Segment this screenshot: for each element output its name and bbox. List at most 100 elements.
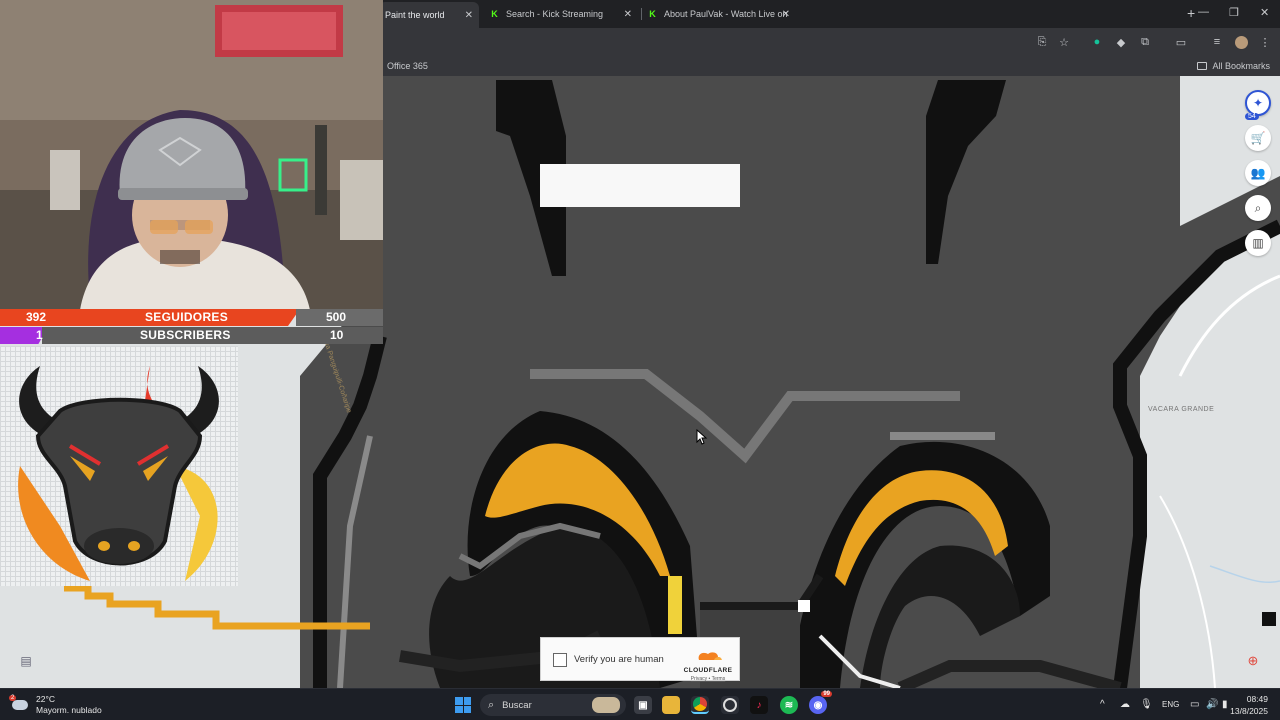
side-panel-button[interactable]: ▭ bbox=[1173, 34, 1189, 50]
captcha-checkbox[interactable] bbox=[553, 653, 567, 667]
minimize-button[interactable]: — bbox=[1198, 6, 1209, 18]
reading-list-button[interactable]: ≡ bbox=[1209, 34, 1225, 50]
browser-toolbar: ⎘ ☆ ● ◆ ⧉ ▭ ≡ ⋮ bbox=[383, 28, 1280, 56]
alliance-button[interactable]: 👥 bbox=[1245, 160, 1271, 186]
clock[interactable]: 08:49 13/8/2025 bbox=[1230, 693, 1268, 717]
chevron-up-icon[interactable]: ^ bbox=[1100, 699, 1105, 710]
screen: VACARA GRANDE Ruta Panguipulli-Coñaripe … bbox=[0, 0, 1280, 720]
info-panel-button[interactable]: ▤ bbox=[14, 651, 38, 671]
bull-emblem-overlay bbox=[0, 346, 238, 586]
volume-icon[interactable]: 🔊 bbox=[1206, 699, 1218, 710]
close-icon[interactable]: ✕ bbox=[624, 9, 632, 20]
chrome-icon bbox=[693, 697, 707, 711]
clock-time: 08:49 bbox=[1246, 694, 1268, 704]
spotify-button[interactable]: ≋ bbox=[780, 696, 798, 714]
restore-icon: ❐ bbox=[1229, 7, 1239, 19]
restore-button[interactable]: ❐ bbox=[1229, 6, 1239, 19]
weather-widget[interactable]: 2 22°C Mayorm. nublado bbox=[9, 694, 102, 716]
extensions-menu-button[interactable]: ⧉ bbox=[1137, 34, 1153, 50]
install-icon: ⎘ bbox=[1037, 35, 1047, 48]
folder-icon bbox=[1197, 62, 1208, 70]
subscribers-goal: 1 SUBSCRIBERS 10 bbox=[0, 327, 383, 344]
kick-icon: K bbox=[491, 9, 498, 19]
search-icon: ⌕ bbox=[488, 698, 495, 711]
side-panel-icon: ▭ bbox=[1175, 36, 1187, 49]
tiktok-button[interactable]: ♪ bbox=[750, 696, 768, 714]
all-bookmarks-label: All Bookmarks bbox=[1212, 61, 1270, 71]
subscribers-label: SUBSCRIBERS bbox=[140, 328, 231, 342]
bookmark-office-365[interactable]: Office 365 bbox=[387, 61, 428, 71]
all-bookmarks-button[interactable]: All Bookmarks bbox=[1197, 61, 1270, 71]
list-icon: ≡ bbox=[1213, 36, 1221, 48]
cloud-icon: 2 bbox=[9, 695, 30, 712]
followers-goal-value: 500 bbox=[326, 310, 347, 324]
webcam-feed bbox=[0, 0, 383, 310]
onedrive-icon[interactable]: ☁ bbox=[1120, 699, 1130, 710]
discord-button[interactable]: ◉ 99 bbox=[809, 691, 832, 714]
tab-strip: Paint the world ✕ K Search - Kick Stream… bbox=[379, 0, 1280, 28]
language-indicator[interactable]: ENG bbox=[1162, 700, 1179, 709]
bull-emblem-image bbox=[18, 366, 219, 581]
users-icon: 👥 bbox=[1250, 166, 1266, 180]
close-icon[interactable]: ✕ bbox=[782, 9, 790, 20]
spotify-icon: ≋ bbox=[784, 699, 794, 711]
start-button[interactable] bbox=[455, 697, 471, 713]
microphone-icon[interactable]: 🎙 bbox=[1140, 699, 1153, 710]
obs-icon bbox=[723, 698, 737, 712]
panel-icon: ▤ bbox=[20, 654, 32, 668]
obs-button[interactable] bbox=[721, 696, 739, 714]
chart-icon: ▥ bbox=[1252, 236, 1264, 250]
tab-kick-search[interactable]: K Search - Kick Streaming ✕ bbox=[483, 3, 638, 25]
taskbar-search[interactable]: ⌕ Buscar bbox=[480, 694, 626, 716]
kick-icon: K bbox=[649, 9, 656, 19]
tab-title: Search - Kick Streaming bbox=[506, 9, 604, 19]
weather-temp: 22°C bbox=[36, 694, 55, 704]
bookmark-star-button[interactable]: ☆ bbox=[1056, 34, 1072, 50]
minimize-icon: — bbox=[1198, 6, 1209, 18]
cart-icon: 🛒 bbox=[1250, 131, 1266, 145]
captcha-label: Verify you are human bbox=[574, 654, 664, 665]
install-app-button[interactable]: ⎘ bbox=[1034, 34, 1050, 50]
close-icon[interactable]: ✕ bbox=[465, 10, 473, 21]
puzzle-icon: ⧉ bbox=[1141, 35, 1149, 48]
subscribers-goal-value: 10 bbox=[330, 328, 344, 342]
cloudflare-wordmark: CLOUDFLARE bbox=[683, 667, 733, 674]
grammarly-extension[interactable]: ● bbox=[1089, 34, 1105, 50]
more-vertical-icon: ⋮ bbox=[1259, 36, 1271, 49]
store-button[interactable]: 🛒 bbox=[1245, 125, 1271, 151]
map-highlight-path bbox=[64, 586, 370, 630]
extension-button[interactable]: ◆ bbox=[1113, 34, 1129, 50]
network-icon[interactable]: ▭ bbox=[1190, 699, 1199, 710]
tiktok-icon: ♪ bbox=[756, 699, 762, 711]
canvas-toolbar: ✦ 54 🛒 👥 ⌕ ▥ bbox=[1245, 90, 1273, 265]
windows-taskbar: 2 22°C Mayorm. nublado ⌕ Buscar ▣ ♪ ≋ ◉ … bbox=[0, 688, 1280, 720]
cloud-icon bbox=[698, 652, 722, 660]
chrome-button[interactable] bbox=[691, 696, 709, 714]
battery-icon[interactable]: ▮ bbox=[1222, 699, 1228, 710]
file-explorer-button[interactable] bbox=[662, 696, 680, 714]
tab-paint-the-world[interactable]: Paint the world ✕ bbox=[379, 2, 479, 28]
search-location-button[interactable]: ⌕ bbox=[1245, 195, 1271, 221]
tab-title: Paint the world bbox=[385, 10, 445, 20]
tab-paulvak[interactable]: K About PaulVak - Watch Live on ✕ bbox=[641, 3, 796, 25]
browser-menu-button[interactable]: ⋮ bbox=[1257, 34, 1273, 50]
charges-badge: 54 bbox=[1245, 113, 1259, 120]
task-view-button[interactable]: ▣ bbox=[634, 696, 652, 714]
search-icon: ⌕ bbox=[1254, 200, 1262, 215]
followers-goal: 392 SEGUIDORES 500 bbox=[0, 309, 383, 326]
new-tab-button[interactable]: + bbox=[1187, 5, 1195, 21]
system-tray: ^ ☁ 🎙 ENG ▭ 🔊 ▮ 08:49 13/8/2025 bbox=[1090, 689, 1280, 720]
profile-button[interactable] bbox=[1233, 34, 1249, 50]
close-window-button[interactable]: ✕ bbox=[1260, 6, 1269, 19]
pixel-charges-button[interactable]: ✦ 54 bbox=[1245, 90, 1271, 120]
map-place-label: VACARA GRANDE bbox=[1148, 406, 1215, 413]
leaderboard-button[interactable]: ▥ bbox=[1245, 230, 1271, 256]
followers-count: 392 bbox=[26, 310, 47, 324]
cloudflare-logo: CLOUDFLARE Privacy • Terms bbox=[681, 648, 735, 682]
task-view-icon: ▣ bbox=[638, 699, 648, 711]
captcha-links[interactable]: Privacy • Terms bbox=[681, 676, 735, 682]
webcam-image bbox=[0, 0, 383, 310]
close-icon: ✕ bbox=[1260, 7, 1270, 19]
locate-me-button[interactable]: ⊕ bbox=[1243, 651, 1263, 671]
plus-icon: + bbox=[1187, 5, 1196, 21]
